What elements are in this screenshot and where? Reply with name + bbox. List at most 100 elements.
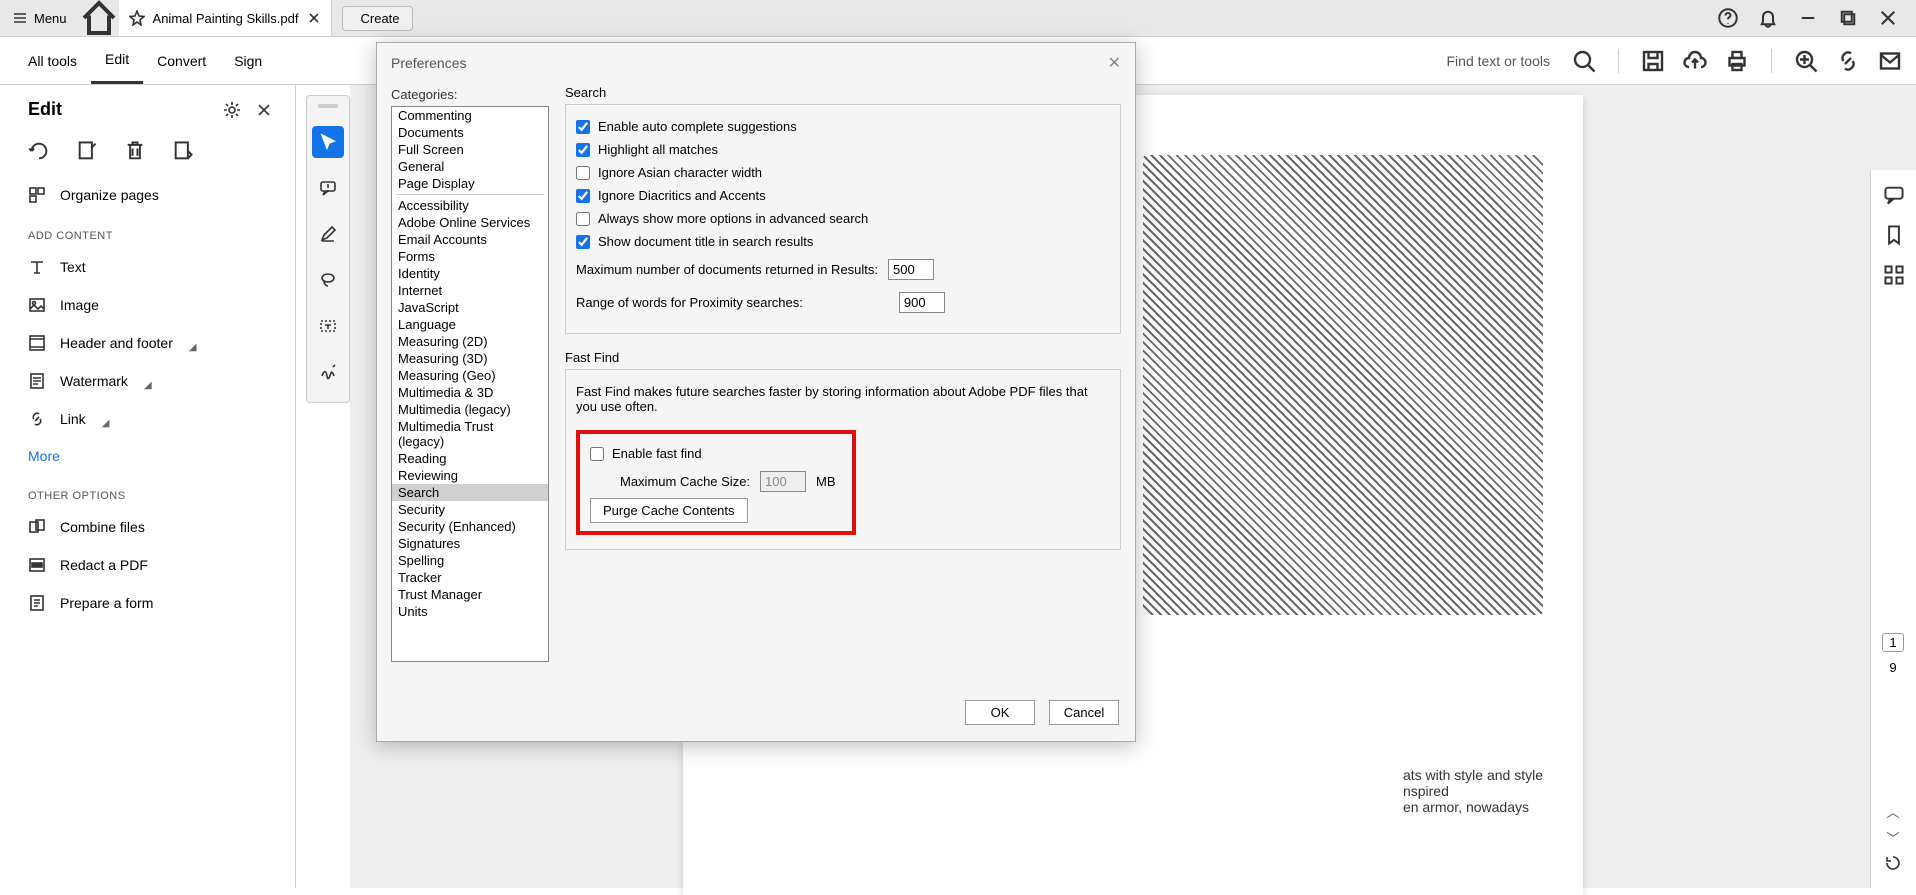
tab-all-tools[interactable]: All tools bbox=[14, 37, 91, 84]
category-item[interactable]: Full Screen bbox=[392, 141, 548, 158]
category-item[interactable]: Multimedia & 3D bbox=[392, 384, 548, 401]
grid-icon[interactable] bbox=[1883, 264, 1905, 286]
categories-list[interactable]: CommentingDocumentsFull ScreenGeneralPag… bbox=[391, 106, 549, 662]
header-footer-item[interactable]: Header and footer ◢ bbox=[0, 324, 295, 362]
category-item[interactable]: Signatures bbox=[392, 535, 548, 552]
select-tool[interactable] bbox=[312, 126, 344, 158]
close-tab-icon[interactable] bbox=[307, 11, 321, 25]
highlight-tool[interactable] bbox=[312, 218, 344, 250]
text-box-tool[interactable] bbox=[312, 310, 344, 342]
category-item[interactable]: Security (Enhanced) bbox=[392, 518, 548, 535]
sparkle-icon bbox=[1794, 49, 1818, 73]
textbox-icon bbox=[319, 317, 337, 335]
category-item[interactable]: Multimedia (legacy) bbox=[392, 401, 548, 418]
dialog-close-button[interactable]: ✕ bbox=[1108, 53, 1121, 73]
category-item[interactable]: Units bbox=[392, 603, 548, 620]
sign-tool[interactable] bbox=[312, 356, 344, 388]
maximize-button[interactable] bbox=[1838, 8, 1858, 28]
category-item[interactable]: Internet bbox=[392, 282, 548, 299]
upload-button[interactable] bbox=[1683, 49, 1707, 73]
category-item[interactable]: Search bbox=[392, 484, 548, 501]
category-item[interactable]: Measuring (3D) bbox=[392, 350, 548, 367]
category-item[interactable]: Spelling bbox=[392, 552, 548, 569]
diacritics-checkbox[interactable]: Ignore Diacritics and Accents bbox=[576, 184, 1110, 207]
category-item[interactable]: Commenting bbox=[392, 107, 548, 124]
category-item[interactable]: Language bbox=[392, 316, 548, 333]
tab-edit[interactable]: Edit bbox=[91, 37, 143, 84]
notifications-button[interactable] bbox=[1758, 8, 1778, 28]
purge-cache-button[interactable]: Purge Cache Contents bbox=[590, 498, 748, 523]
fastfind-checkbox[interactable]: Enable fast find bbox=[590, 442, 842, 465]
lasso-tool[interactable] bbox=[312, 264, 344, 296]
watermark-item[interactable]: Watermark ◢ bbox=[0, 362, 295, 400]
minimize-button[interactable] bbox=[1798, 8, 1818, 28]
category-item[interactable]: Security bbox=[392, 501, 548, 518]
tab-sign[interactable]: Sign bbox=[220, 37, 276, 84]
redact-label: Redact a PDF bbox=[60, 557, 148, 573]
crop-button[interactable] bbox=[76, 140, 98, 162]
category-item[interactable]: Reviewing bbox=[392, 467, 548, 484]
trash-icon bbox=[124, 140, 146, 162]
prepare-form-item[interactable]: Prepare a form bbox=[0, 584, 295, 622]
more-link[interactable]: More bbox=[0, 438, 295, 474]
cache-size-input[interactable] bbox=[760, 471, 806, 492]
close-window-button[interactable] bbox=[1878, 8, 1898, 28]
advanced-checkbox[interactable]: Always show more options in advanced sea… bbox=[576, 207, 1110, 230]
proximity-label: Range of words for Proximity searches: bbox=[576, 295, 803, 310]
document-tab[interactable]: Animal Painting Skills.pdf bbox=[119, 0, 332, 36]
category-item[interactable]: Adobe Online Services bbox=[392, 214, 548, 231]
cancel-button[interactable]: Cancel bbox=[1049, 700, 1119, 725]
save-button[interactable] bbox=[1641, 49, 1665, 73]
add-text-item[interactable]: Text bbox=[0, 248, 295, 286]
menu-button[interactable]: Menu bbox=[0, 0, 79, 36]
delete-button[interactable] bbox=[124, 140, 146, 162]
category-item[interactable]: Trust Manager bbox=[392, 586, 548, 603]
category-item[interactable]: Measuring (Geo) bbox=[392, 367, 548, 384]
help-button[interactable] bbox=[1718, 8, 1738, 28]
add-image-item[interactable]: Image bbox=[0, 286, 295, 324]
combine-files-item[interactable]: Combine files bbox=[0, 508, 295, 546]
category-item[interactable]: Accessibility bbox=[392, 197, 548, 214]
doctitle-checkbox[interactable]: Show document title in search results bbox=[576, 230, 1110, 253]
share-button[interactable] bbox=[1878, 49, 1902, 73]
category-item[interactable]: Tracker bbox=[392, 569, 548, 586]
link-button[interactable] bbox=[1836, 49, 1860, 73]
create-button[interactable]: Create bbox=[342, 6, 413, 31]
category-item[interactable]: JavaScript bbox=[392, 299, 548, 316]
drag-handle[interactable] bbox=[318, 104, 338, 108]
refresh-icon[interactable] bbox=[1884, 854, 1902, 872]
organize-pages-item[interactable]: Organize pages bbox=[0, 176, 295, 214]
redact-item[interactable]: Redact a PDF bbox=[0, 546, 295, 584]
link-item[interactable]: Link ◢ bbox=[0, 400, 295, 438]
gear-icon[interactable] bbox=[223, 101, 241, 119]
ok-button[interactable]: OK bbox=[965, 700, 1035, 725]
asian-checkbox[interactable]: Ignore Asian character width bbox=[576, 161, 1110, 184]
print-button[interactable] bbox=[1725, 49, 1749, 73]
ai-button[interactable] bbox=[1794, 49, 1818, 73]
chat-icon[interactable] bbox=[1883, 184, 1905, 206]
search-button[interactable] bbox=[1572, 49, 1596, 73]
page-up-button[interactable]: ︿ bbox=[1882, 802, 1904, 820]
category-item[interactable]: Multimedia Trust (legacy) bbox=[392, 418, 548, 450]
undo-button[interactable] bbox=[28, 140, 50, 162]
category-item[interactable]: Reading bbox=[392, 450, 548, 467]
bookmark-icon[interactable] bbox=[1883, 224, 1905, 246]
category-item[interactable]: Identity bbox=[392, 265, 548, 282]
category-item[interactable]: Email Accounts bbox=[392, 231, 548, 248]
current-page[interactable]: 1 bbox=[1882, 633, 1904, 652]
category-item[interactable]: Documents bbox=[392, 124, 548, 141]
category-item[interactable]: Forms bbox=[392, 248, 548, 265]
tab-convert[interactable]: Convert bbox=[143, 37, 220, 84]
proximity-input[interactable] bbox=[899, 292, 945, 313]
category-item[interactable]: Measuring (2D) bbox=[392, 333, 548, 350]
home-button[interactable] bbox=[79, 0, 119, 36]
extract-button[interactable] bbox=[172, 140, 194, 162]
max-docs-input[interactable] bbox=[888, 259, 934, 280]
close-panel-icon[interactable] bbox=[257, 103, 271, 117]
comment-tool[interactable] bbox=[312, 172, 344, 204]
category-item[interactable]: Page Display bbox=[392, 175, 548, 192]
page-down-button[interactable]: ﹀ bbox=[1882, 828, 1904, 846]
autocomplete-checkbox[interactable]: Enable auto complete suggestions bbox=[576, 115, 1110, 138]
highlight-checkbox[interactable]: Highlight all matches bbox=[576, 138, 1110, 161]
category-item[interactable]: General bbox=[392, 158, 548, 175]
